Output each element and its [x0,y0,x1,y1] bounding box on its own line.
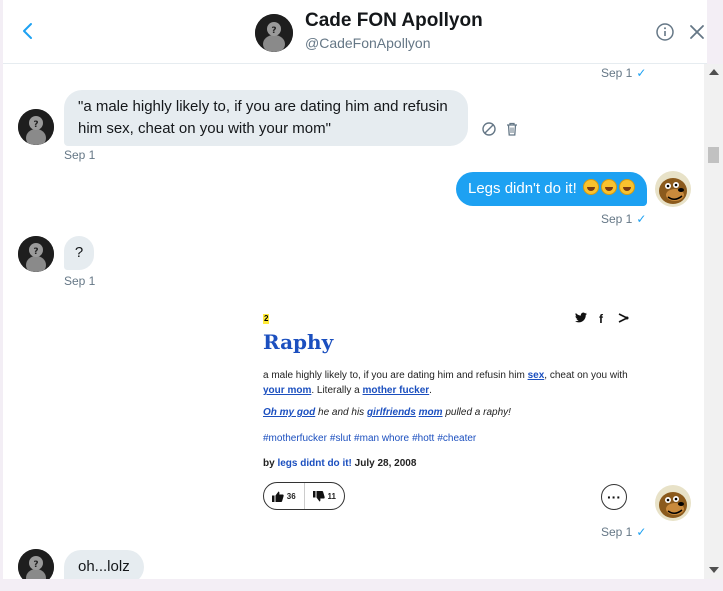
message-timestamp: Sep 1 [64,148,96,162]
downvote-count: 11 [327,491,336,501]
own-avatar[interactable] [655,171,691,207]
tag-link[interactable]: #motherfucker [263,433,327,444]
example-link[interactable]: girlfriends [367,407,416,418]
trash-icon[interactable] [504,121,520,137]
definition-title[interactable]: Raphy [263,330,333,354]
vote-control: 36 11 [263,482,345,510]
upvote-count: 36 [286,491,296,501]
rofl-emoji-icon [582,179,599,195]
sender-avatar[interactable]: ? [18,549,54,579]
definition-link[interactable]: sex [528,370,545,381]
definition-link[interactable]: your mom [263,385,311,396]
example-link[interactable]: Oh my god [263,407,315,418]
read-check-icon: ✓ [636,66,647,80]
incoming-message-bubble[interactable]: oh...lolz [64,550,144,579]
scrollbar[interactable] [704,64,723,579]
incoming-message-bubble[interactable]: "a male highly likely to, if you are dat… [64,90,468,146]
byline: by legs didnt do it! July 28, 2008 [263,458,417,469]
tag-link[interactable]: #cheater [437,433,476,444]
svg-text:?: ? [33,560,38,570]
header-avatar[interactable]: ? [255,14,293,52]
tag-link[interactable]: #man whore [354,433,409,444]
dm-window: ? Cade FON Apollyon @CadeFonApollyon Sep… [3,0,707,579]
incoming-message-bubble[interactable]: ? [64,236,94,270]
message-timestamp: Sep 1 ✓ [601,66,647,80]
definition-text: a male highly likely to, if you are dati… [263,370,628,396]
svg-text:?: ? [33,120,38,130]
message-text: Legs didn't do it! [468,180,581,197]
thumbs-up-icon [271,491,284,502]
close-icon[interactable] [689,24,705,40]
tag-link[interactable]: #slut [330,433,351,444]
rofl-emoji-icon [618,179,635,195]
header-display-name[interactable]: Cade FON Apollyon [305,10,483,32]
header-handle[interactable]: @CadeFonApollyon [305,35,431,51]
share-icon[interactable] [617,312,629,327]
scrollbar-thumb[interactable] [708,147,719,163]
block-icon[interactable] [481,121,497,137]
message-timestamp: Sep 1 ✓ [601,212,647,226]
downvote-button[interactable]: 11 [305,483,345,509]
rank-badge: 2 [263,314,270,324]
rofl-emoji-icon [600,179,617,195]
definition-example: Oh my god he and his girlfriends mom pul… [263,407,511,418]
upvote-button[interactable]: 36 [264,483,305,509]
facebook-icon[interactable]: f [599,312,603,326]
shared-definition-card[interactable]: 2 Raphy f a male highly likely to, if yo… [263,306,641,526]
info-icon[interactable] [655,22,675,42]
tag-list: #motherfucker #slut #man whore #hott #cheate… [263,433,479,444]
read-check-icon: ✓ [636,212,647,226]
thumbs-down-icon [312,490,325,501]
scroll-down-arrow-icon[interactable] [709,567,719,573]
conversation-header: ? Cade FON Apollyon @CadeFonApollyon [3,0,707,64]
message-timestamp: Sep 1 ✓ [601,525,647,539]
scroll-up-arrow-icon[interactable] [709,69,719,75]
definition-link[interactable]: mother fucker [362,385,429,396]
back-arrow-icon[interactable] [17,20,39,42]
tag-link[interactable]: #hott [412,433,434,444]
example-link[interactable]: mom [419,407,443,418]
own-avatar[interactable] [655,485,691,521]
read-check-icon: ✓ [636,525,647,539]
author-link[interactable]: legs didnt do it! [277,458,351,469]
window-bottom-edge [0,579,723,591]
sender-avatar[interactable]: ? [18,236,54,272]
message-timestamp: Sep 1 [64,274,96,288]
sender-avatar[interactable]: ? [18,109,54,145]
twitter-icon[interactable] [575,312,587,326]
svg-text:?: ? [33,247,38,257]
more-options-button[interactable]: ··· [601,484,627,510]
svg-text:?: ? [271,26,276,36]
outgoing-message-bubble[interactable]: Legs didn't do it! [456,172,647,206]
